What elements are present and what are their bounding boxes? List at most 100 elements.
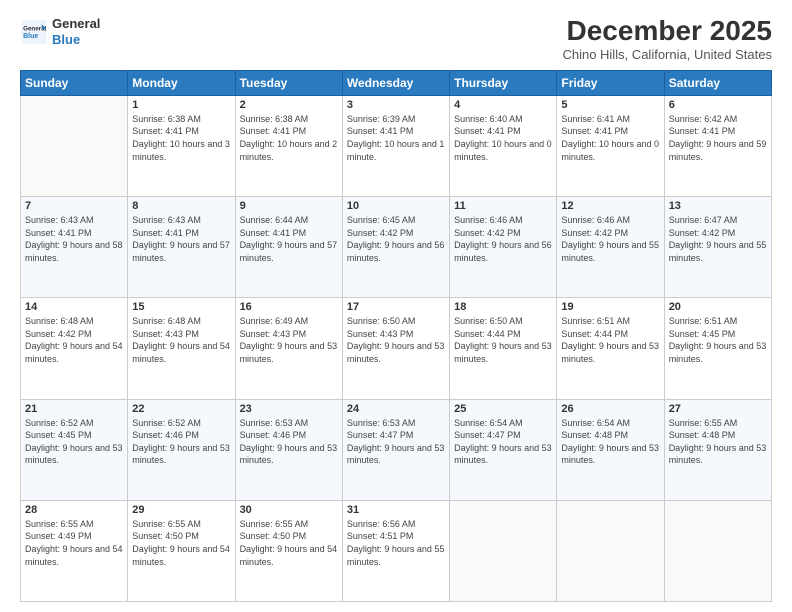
calendar-week-row: 21Sunrise: 6:52 AMSunset: 4:45 PMDayligh… [21, 399, 772, 500]
day-number: 11 [454, 200, 552, 212]
day-info: Sunrise: 6:49 AMSunset: 4:43 PMDaylight:… [240, 315, 338, 365]
day-info: Sunrise: 6:51 AMSunset: 4:44 PMDaylight:… [561, 315, 659, 365]
calendar-cell: 12Sunrise: 6:46 AMSunset: 4:42 PMDayligh… [557, 197, 664, 298]
header: General Blue General Blue December 2025 … [20, 16, 772, 62]
calendar-cell: 14 Sunrise: 6:48 AMSunset: 4:42 PMDayligh… [21, 298, 128, 399]
calendar-cell: 10 Sunrise: 6:45 AMSunset: 4:42 PMDayligh… [342, 197, 449, 298]
calendar-cell: 28 Sunrise: 6:55 AMSunset: 4:49 PMDayligh… [21, 500, 128, 601]
day-info: Sunrise: 6:54 AMSunset: 4:47 PMDaylight:… [454, 417, 552, 467]
day-number: 7 [25, 200, 123, 212]
day-number: 10 [347, 200, 445, 212]
day-number: 8 [132, 200, 230, 212]
logo-icon: General Blue [20, 18, 48, 46]
day-number: 26 [561, 403, 659, 415]
day-info: Sunrise: 6:43 AMSunset: 4:41 PMDaylight:… [25, 214, 123, 264]
day-number: 18 [454, 301, 552, 313]
calendar-cell: 15Sunrise: 6:48 AMSunset: 4:43 PMDayligh… [128, 298, 235, 399]
day-info: Sunrise: 6:52 AMSunset: 4:46 PMDaylight:… [132, 417, 230, 467]
calendar-cell: 18 Sunrise: 6:50 AMSunset: 4:44 PMDayligh… [450, 298, 557, 399]
calendar-cell: 8 Sunrise: 6:43 AMSunset: 4:41 PMDaylight… [128, 197, 235, 298]
calendar-cell: 19 Sunrise: 6:51 AMSunset: 4:44 PMDayligh… [557, 298, 664, 399]
logo-blue: Blue [52, 32, 100, 48]
day-number: 23 [240, 403, 338, 415]
calendar-cell: 17Sunrise: 6:50 AMSunset: 4:43 PMDayligh… [342, 298, 449, 399]
day-info: Sunrise: 6:39 AMSunset: 4:41 PMDaylight:… [347, 113, 445, 163]
day-header-sunday: Sunday [21, 70, 128, 95]
day-number: 2 [240, 99, 338, 111]
day-info: Sunrise: 6:38 AMSunset: 4:41 PMDaylight:… [132, 113, 230, 163]
calendar-cell: 7 Sunrise: 6:43 AMSunset: 4:41 PMDaylight… [21, 197, 128, 298]
day-number: 9 [240, 200, 338, 212]
day-info: Sunrise: 6:38 AMSunset: 4:41 PMDaylight:… [240, 113, 338, 163]
day-number: 6 [669, 99, 767, 111]
logo-general: General [52, 16, 100, 32]
calendar-cell [21, 95, 128, 196]
day-number: 29 [132, 504, 230, 516]
day-info: Sunrise: 6:45 AMSunset: 4:42 PMDaylight:… [347, 214, 445, 264]
day-info: Sunrise: 6:46 AMSunset: 4:42 PMDaylight:… [454, 214, 552, 264]
day-header-monday: Monday [128, 70, 235, 95]
day-header-friday: Friday [557, 70, 664, 95]
day-info: Sunrise: 6:50 AMSunset: 4:44 PMDaylight:… [454, 315, 552, 365]
day-number: 13 [669, 200, 767, 212]
calendar-cell: 31Sunrise: 6:56 AMSunset: 4:51 PMDayligh… [342, 500, 449, 601]
calendar-cell [664, 500, 771, 601]
calendar-cell: 5Sunrise: 6:41 AMSunset: 4:41 PMDaylight… [557, 95, 664, 196]
day-header-thursday: Thursday [450, 70, 557, 95]
calendar-cell: 24 Sunrise: 6:53 AMSunset: 4:47 PMDayligh… [342, 399, 449, 500]
calendar-cell: 4 Sunrise: 6:40 AMSunset: 4:41 PMDaylight… [450, 95, 557, 196]
day-number: 4 [454, 99, 552, 111]
calendar-page: General Blue General Blue December 2025 … [0, 0, 792, 612]
month-title: December 2025 [562, 16, 772, 47]
day-number: 17 [347, 301, 445, 313]
day-header-tuesday: Tuesday [235, 70, 342, 95]
day-number: 15 [132, 301, 230, 313]
calendar-cell: 26 Sunrise: 6:54 AMSunset: 4:48 PMDayligh… [557, 399, 664, 500]
day-number: 14 [25, 301, 123, 313]
calendar-cell: 29 Sunrise: 6:55 AMSunset: 4:50 PMDayligh… [128, 500, 235, 601]
calendar-week-row: 14 Sunrise: 6:48 AMSunset: 4:42 PMDayligh… [21, 298, 772, 399]
svg-text:Blue: Blue [23, 33, 38, 40]
day-info: Sunrise: 6:51 AMSunset: 4:45 PMDaylight:… [669, 315, 767, 365]
day-info: Sunrise: 6:55 AMSunset: 4:49 PMDaylight:… [25, 518, 123, 568]
calendar-cell [557, 500, 664, 601]
day-header-saturday: Saturday [664, 70, 771, 95]
day-info: Sunrise: 6:55 AMSunset: 4:50 PMDaylight:… [132, 518, 230, 568]
calendar-cell: 22 Sunrise: 6:52 AMSunset: 4:46 PMDayligh… [128, 399, 235, 500]
calendar-cell: 11 Sunrise: 6:46 AMSunset: 4:42 PMDayligh… [450, 197, 557, 298]
day-number: 19 [561, 301, 659, 313]
calendar-cell: 2 Sunrise: 6:38 AMSunset: 4:41 PMDaylight… [235, 95, 342, 196]
day-number: 28 [25, 504, 123, 516]
logo-text: General Blue [52, 16, 100, 47]
calendar-table: SundayMondayTuesdayWednesdayThursdayFrid… [20, 70, 772, 602]
calendar-week-row: 1 Sunrise: 6:38 AMSunset: 4:41 PMDaylight… [21, 95, 772, 196]
calendar-cell: 3 Sunrise: 6:39 AMSunset: 4:41 PMDaylight… [342, 95, 449, 196]
day-number: 3 [347, 99, 445, 111]
day-info: Sunrise: 6:54 AMSunset: 4:48 PMDaylight:… [561, 417, 659, 467]
day-number: 22 [132, 403, 230, 415]
day-number: 24 [347, 403, 445, 415]
day-number: 20 [669, 301, 767, 313]
calendar-cell: 1 Sunrise: 6:38 AMSunset: 4:41 PMDaylight… [128, 95, 235, 196]
day-info: Sunrise: 6:43 AMSunset: 4:41 PMDaylight:… [132, 214, 230, 264]
logo: General Blue General Blue [20, 16, 100, 47]
calendar-cell: 16 Sunrise: 6:49 AMSunset: 4:43 PMDayligh… [235, 298, 342, 399]
day-number: 12 [561, 200, 659, 212]
calendar-cell: 13Sunrise: 6:47 AMSunset: 4:42 PMDayligh… [664, 197, 771, 298]
day-number: 16 [240, 301, 338, 313]
day-number: 30 [240, 504, 338, 516]
day-info: Sunrise: 6:41 AMSunset: 4:41 PMDaylight:… [561, 113, 659, 163]
day-info: Sunrise: 6:42 AMSunset: 4:41 PMDaylight:… [669, 113, 767, 163]
calendar-header-row: SundayMondayTuesdayWednesdayThursdayFrid… [21, 70, 772, 95]
day-info: Sunrise: 6:55 AMSunset: 4:50 PMDaylight:… [240, 518, 338, 568]
day-info: Sunrise: 6:53 AMSunset: 4:47 PMDaylight:… [347, 417, 445, 467]
day-info: Sunrise: 6:40 AMSunset: 4:41 PMDaylight:… [454, 113, 552, 163]
day-info: Sunrise: 6:44 AMSunset: 4:41 PMDaylight:… [240, 214, 338, 264]
day-info: Sunrise: 6:48 AMSunset: 4:42 PMDaylight:… [25, 315, 123, 365]
calendar-cell: 6 Sunrise: 6:42 AMSunset: 4:41 PMDaylight… [664, 95, 771, 196]
calendar-cell [450, 500, 557, 601]
day-header-wednesday: Wednesday [342, 70, 449, 95]
title-block: December 2025 Chino Hills, California, U… [562, 16, 772, 62]
day-number: 1 [132, 99, 230, 111]
day-number: 21 [25, 403, 123, 415]
